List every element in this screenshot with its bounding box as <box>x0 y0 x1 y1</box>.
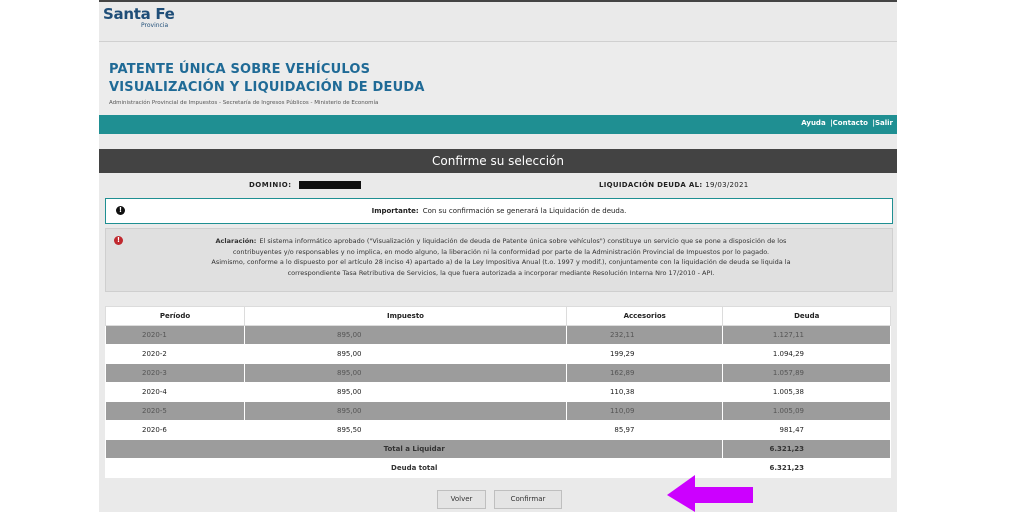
table-row: 2020-6 895,50 85,97 981,47 <box>105 420 891 440</box>
cell-deuda: 1.127,11 <box>722 325 891 345</box>
cell-impuesto: 895,00 <box>244 325 567 345</box>
nav-link-contacto[interactable]: |Contacto <box>830 119 868 127</box>
santa-fe-logo[interactable]: Santa Fe Provincia <box>103 7 175 29</box>
dominio-redacted-value <box>299 181 361 189</box>
cell-periodo: 2020-1 <box>105 325 245 345</box>
cell-accesorios: 110,38 <box>565 382 724 402</box>
column-header-accesorios: Accesorios <box>565 306 724 326</box>
page-container: Santa Fe Provincia PATENTE ÚNICA SOBRE V… <box>99 0 897 512</box>
cell-impuesto: 895,00 <box>244 363 567 383</box>
cell-accesorios: 110,09 <box>565 401 724 421</box>
total-liquidar-value: 6.321,23 <box>722 439 891 459</box>
cell-accesorios: 162,89 <box>565 363 724 383</box>
total-liquidar-row: Total a Liquidar 6.321,23 <box>104 439 891 459</box>
cell-accesorios: 85,97 <box>565 420 724 440</box>
cell-accesorios: 232,11 <box>565 325 724 345</box>
info-row: DOMINIO: LIQUIDACIÓN DEUDA AL: 19/03/202… <box>99 178 897 192</box>
table-row: 2020-1 895,00 232,11 1.127,11 <box>105 325 891 345</box>
cell-deuda: 981,47 <box>722 420 891 440</box>
important-text: Importante: Con su confirmación se genera… <box>106 207 892 215</box>
column-header-periodo: Período <box>105 306 245 326</box>
cell-periodo: 2020-4 <box>105 382 245 402</box>
table-row: 2020-4 895,00 110,38 1.005,38 <box>105 382 891 402</box>
panel-title: Confirme su selección <box>99 149 897 173</box>
logo-sub-text: Provincia <box>141 22 169 29</box>
nav-link-salir[interactable]: |Salir <box>872 119 893 127</box>
cell-accesorios: 199,29 <box>565 344 724 364</box>
table-row: 2020-2 895,00 199,29 1.094,29 <box>105 344 891 364</box>
liquidacion-label-text: LIQUIDACIÓN DEUDA AL: <box>599 181 703 189</box>
page-title-line2: VISUALIZACIÓN Y LIQUIDACIÓN DE DEUDA <box>109 80 425 95</box>
nav-links: Ayuda |Contacto |Salir <box>799 119 893 127</box>
aclaracion-line4: correspondiente Tasa Retributiva de Serv… <box>287 268 715 277</box>
aclaracion-text: Aclaración: El sistema informático aproba… <box>120 236 882 278</box>
pointer-arrow-icon <box>667 475 753 512</box>
arrow-shape <box>667 475 753 512</box>
aclaracion-line3: Asimismo, conforme a lo dispuesto por el… <box>211 258 791 266</box>
important-notice: ! Importante: Con su confirmación se gene… <box>105 198 893 224</box>
cell-deuda: 1.005,09 <box>722 401 891 421</box>
cell-periodo: 2020-5 <box>105 401 245 421</box>
aclaracion-line1: Aclaración: El sistema informático aproba… <box>120 236 882 247</box>
cell-periodo: 2020-2 <box>105 344 245 364</box>
aclaracion-label: Aclaración: <box>215 237 257 245</box>
deuda-table: Período Impuesto Accesorios Deuda 2020-1… <box>104 306 891 478</box>
cell-deuda: 1.094,29 <box>722 344 891 364</box>
cell-impuesto: 895,00 <box>244 382 567 402</box>
important-message: Con su confirmación se generará la Liqui… <box>422 207 627 215</box>
cell-periodo: 2020-6 <box>105 420 245 440</box>
table-row: 2020-5 895,00 110,09 1.005,09 <box>105 401 891 421</box>
page-header: PATENTE ÚNICA SOBRE VEHÍCULOS VISUALIZAC… <box>99 41 897 115</box>
cell-deuda: 1.005,38 <box>722 382 891 402</box>
cell-impuesto: 895,00 <box>244 401 567 421</box>
top-border <box>99 0 897 2</box>
liquidacion-label: LIQUIDACIÓN DEUDA AL: 19/03/2021 <box>599 181 749 189</box>
page-subtitle: Administración Provincial de Impuestos -… <box>109 100 379 106</box>
important-label: Importante: <box>371 207 419 215</box>
deuda-total-row: Deuda total 6.321,23 <box>104 458 891 478</box>
liquidacion-date: 19/03/2021 <box>705 181 749 189</box>
deuda-total-label: Deuda total <box>104 458 724 478</box>
column-header-impuesto: Impuesto <box>244 306 567 326</box>
page-title-line1: PATENTE ÚNICA SOBRE VEHÍCULOS <box>109 62 371 77</box>
aclaracion-line1-text: El sistema informático aprobado ("Visual… <box>259 237 787 245</box>
logo-main-text: Santa Fe <box>103 5 175 23</box>
table-header-row: Período Impuesto Accesorios Deuda <box>105 306 891 326</box>
cell-periodo: 2020-3 <box>105 363 245 383</box>
column-header-deuda: Deuda <box>722 306 891 326</box>
total-liquidar-label: Total a Liquidar <box>104 439 724 459</box>
cell-impuesto: 895,50 <box>244 420 567 440</box>
nav-link-ayuda[interactable]: Ayuda <box>801 119 825 127</box>
nav-bar: Ayuda |Contacto |Salir <box>99 115 897 134</box>
cell-deuda: 1.057,89 <box>722 363 891 383</box>
aclaracion-notice: ! Aclaración: El sistema informático apro… <box>105 228 893 292</box>
confirmar-button[interactable]: Confirmar <box>494 490 562 509</box>
table-row: 2020-3 895,00 162,89 1.057,89 <box>105 363 891 383</box>
cell-impuesto: 895,00 <box>244 344 567 364</box>
aclaracion-line2: contribuyentes y/o responsables y no imp… <box>232 247 770 256</box>
volver-button[interactable]: Volver <box>437 490 486 509</box>
dominio-label: DOMINIO: <box>249 181 292 189</box>
